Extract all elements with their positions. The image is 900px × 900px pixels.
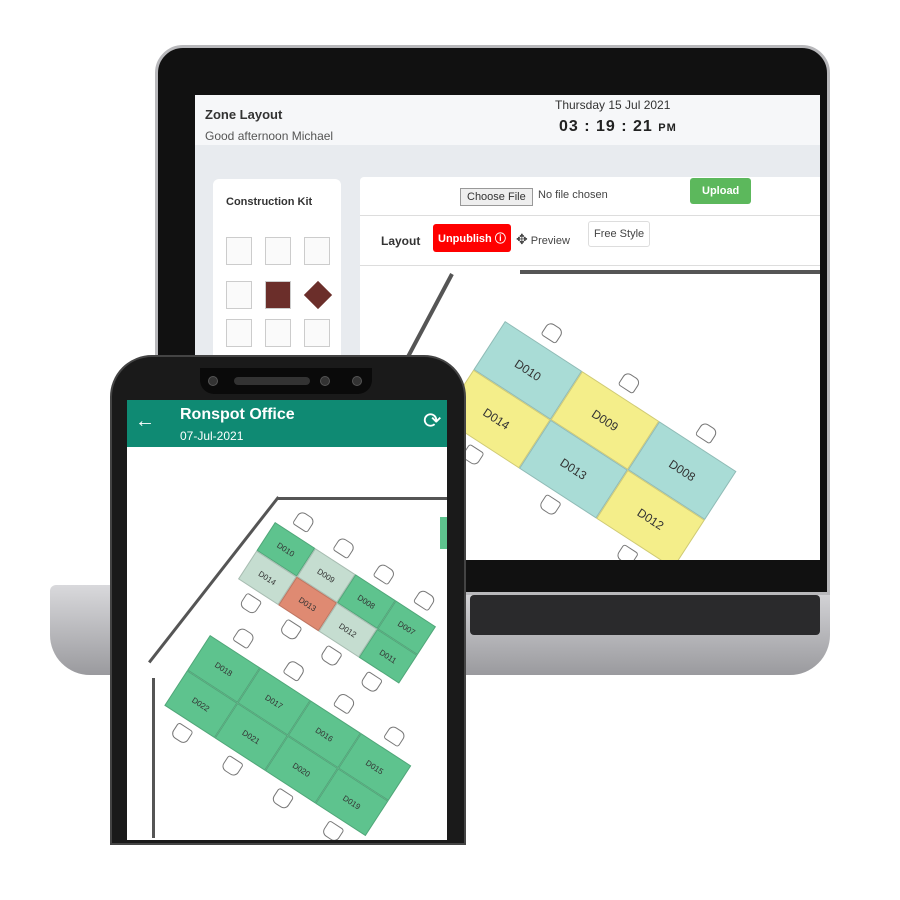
laptop-keyboard <box>470 595 820 635</box>
construction-kit-title: Construction Kit <box>226 196 313 208</box>
chair-icon <box>359 670 384 694</box>
greeting: Good afternoon Michael <box>205 129 334 143</box>
chair-icon <box>372 562 397 586</box>
move-icon: ✥ <box>516 231 528 247</box>
desk-label: D014 <box>480 405 513 433</box>
office-title: Ronspot Office <box>180 406 295 423</box>
kit-table-rotated-icon[interactable] <box>303 280 333 310</box>
desk-label: D016 <box>313 725 335 744</box>
chair-icon <box>615 543 639 560</box>
chair-icon <box>231 626 256 650</box>
choose-file-button[interactable]: Choose File <box>460 188 533 206</box>
chair-icon <box>291 510 316 534</box>
desk-label: D012 <box>337 621 359 640</box>
wall <box>152 678 155 838</box>
desk-label: D015 <box>364 758 386 776</box>
chair-icon <box>319 644 343 668</box>
desk-label: D008 <box>355 592 377 611</box>
desk-label: D012 <box>634 505 667 533</box>
desk-label: D009 <box>589 406 621 435</box>
camera-icon <box>320 376 330 386</box>
unpublish-label: Unpublish <box>438 233 492 245</box>
chair-icon <box>540 321 565 345</box>
date: Thursday 15 Jul 2021 <box>555 98 671 112</box>
layout-label: Layout <box>381 234 421 248</box>
kit-chair-angled-icon[interactable] <box>226 319 252 347</box>
kit-desk-icon[interactable] <box>265 237 291 265</box>
desk-label: D011 <box>377 647 399 666</box>
desk-label: D008 <box>666 456 698 485</box>
app-header: ← Ronspot Office 07-Jul-2021 ⟳ <box>127 400 447 447</box>
chair-icon <box>382 724 407 748</box>
upload-button[interactable]: Upload <box>690 178 752 204</box>
kit-blank-icon[interactable] <box>226 237 252 265</box>
chair-icon <box>412 588 437 612</box>
kit-chair-icon[interactable] <box>226 281 252 309</box>
desk-label: D010 <box>511 356 544 385</box>
chair-icon <box>332 691 357 715</box>
speaker <box>234 377 310 385</box>
time: 03 : 19 : 21 <box>559 118 653 135</box>
desk-label: D020 <box>291 760 312 779</box>
desk-label: D019 <box>341 793 363 812</box>
chair-icon <box>278 618 303 642</box>
chair-icon <box>220 754 245 778</box>
desk-label: D013 <box>557 455 590 483</box>
camera-icon <box>208 376 218 386</box>
chair-icon <box>320 819 345 840</box>
booking-date: 07-Jul-2021 <box>180 429 244 443</box>
unpublish-button[interactable]: Unpublish ⓘ <box>433 224 511 252</box>
chair-icon <box>332 536 357 560</box>
desk-label: D017 <box>263 692 285 711</box>
desk-label: D018 <box>213 659 235 678</box>
divider <box>360 215 820 216</box>
file-status: No file chosen <box>538 189 608 201</box>
chair-icon <box>617 371 642 395</box>
chair-icon <box>282 658 307 683</box>
desk-label: D007 <box>396 618 418 637</box>
wall <box>520 270 820 274</box>
header: Zone Layout Good afternoon Michael Thurs… <box>195 95 820 145</box>
chair-icon <box>270 787 295 811</box>
chair-icon <box>538 493 562 517</box>
refresh-icon[interactable]: ⟳ <box>423 408 441 434</box>
kit-chairs-icon[interactable] <box>265 319 291 347</box>
free-style-button[interactable]: Free Style <box>588 221 651 247</box>
kit-chair-pair-icon[interactable] <box>304 319 330 347</box>
phone-notch <box>200 368 372 394</box>
desk-label: D013 <box>297 595 319 613</box>
desk-label: D021 <box>240 727 262 746</box>
info-icon: ⓘ <box>494 233 506 245</box>
desk-label: D014 <box>256 568 278 587</box>
wall <box>277 497 447 500</box>
chair-icon <box>694 421 719 445</box>
kit-desk-angled-icon[interactable] <box>304 237 330 265</box>
preview-button[interactable]: ✥ Preview <box>516 231 570 248</box>
desk-label: D010 <box>275 540 297 559</box>
back-arrow-icon[interactable]: ← <box>135 410 155 433</box>
preview-label: Preview <box>530 235 570 247</box>
chair-icon <box>169 721 194 746</box>
desk-label: D022 <box>190 695 212 714</box>
phone-screen: ← Ronspot Office 07-Jul-2021 ⟳ D010 D009 D… <box>127 400 447 840</box>
sensor-icon <box>352 376 362 386</box>
clock: 03 : 19 : 21 PM <box>559 118 677 136</box>
kit-table-icon[interactable] <box>265 281 291 309</box>
ampm: PM <box>658 122 677 134</box>
desk-label: D009 <box>315 566 337 585</box>
desk-partial <box>440 517 447 549</box>
chair-icon <box>238 592 263 616</box>
page-title: Zone Layout <box>205 107 283 122</box>
